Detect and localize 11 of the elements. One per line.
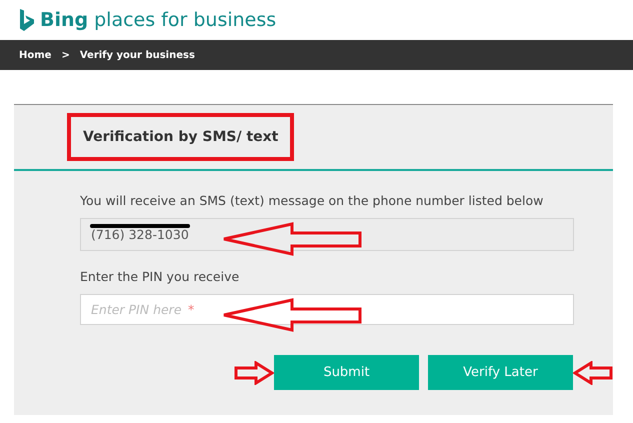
logo-icon bbox=[20, 9, 34, 31]
breadcrumb-separator: > bbox=[61, 50, 70, 60]
brand-name: Bing bbox=[40, 9, 88, 31]
breadcrumb-link[interactable]: Home bbox=[19, 50, 52, 60]
pin-label: Enter the PIN you receive bbox=[80, 269, 240, 284]
intro-text: You will receive an SMS (text) message on the phone number listed below bbox=[80, 193, 544, 208]
breadcrumb-link[interactable]: Verify your business bbox=[80, 50, 195, 60]
required-mark: * bbox=[188, 302, 194, 317]
site-title: places for business bbox=[94, 9, 276, 31]
section-heading: Verification by SMS/ text bbox=[67, 113, 294, 161]
phone-field: (716) 328-1030 bbox=[80, 218, 574, 251]
